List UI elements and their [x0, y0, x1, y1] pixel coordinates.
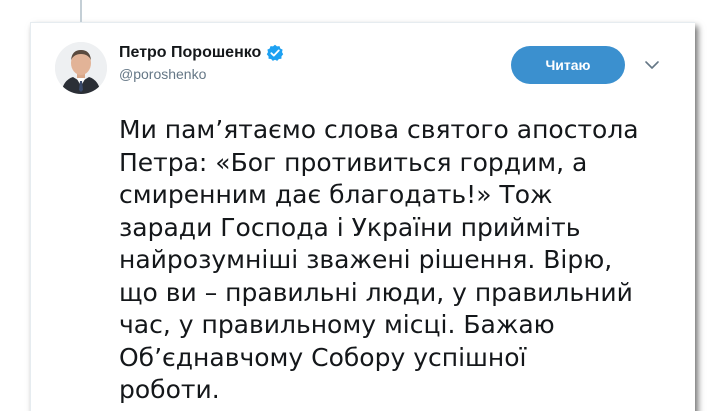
- author-display-name[interactable]: Петро Порошенко: [119, 44, 261, 62]
- following-button[interactable]: Читаю: [511, 46, 625, 84]
- tweet-text-line: смиренним дає благодать!» Тож: [119, 180, 553, 209]
- author-name-row: Петро Порошенко: [119, 44, 284, 62]
- tweet-text-line: час, у правильному місці. Бажаю: [119, 310, 555, 339]
- tweet-text-line: найрозумніші зважені рішення. Вірю,: [119, 245, 613, 274]
- tweet-text-line: що ви – правильні люди, у правильний: [119, 277, 633, 307]
- avatar-photo-icon: [55, 42, 107, 94]
- avatar[interactable]: [55, 42, 107, 94]
- tweet-text-line: Ми пам’ятаємо слова святого апостола: [119, 115, 639, 144]
- author-handle[interactable]: @poroshenko: [119, 66, 206, 82]
- thread-connector-line: [80, 0, 82, 22]
- chevron-down-icon[interactable]: [644, 58, 660, 70]
- tweet-text-line: роботи.: [119, 375, 220, 404]
- verified-badge-icon: [266, 44, 284, 62]
- tweet-text-line: Петра: «Бог противиться гордим, а: [119, 147, 588, 177]
- tweet-text-line: заради Господа і України прийміть: [119, 212, 581, 242]
- tweet-text-line: Об’єднавчому Собору успішної: [119, 342, 527, 372]
- tweet-text: Ми пам’ятаємо слова святого апостола Пет…: [119, 114, 679, 407]
